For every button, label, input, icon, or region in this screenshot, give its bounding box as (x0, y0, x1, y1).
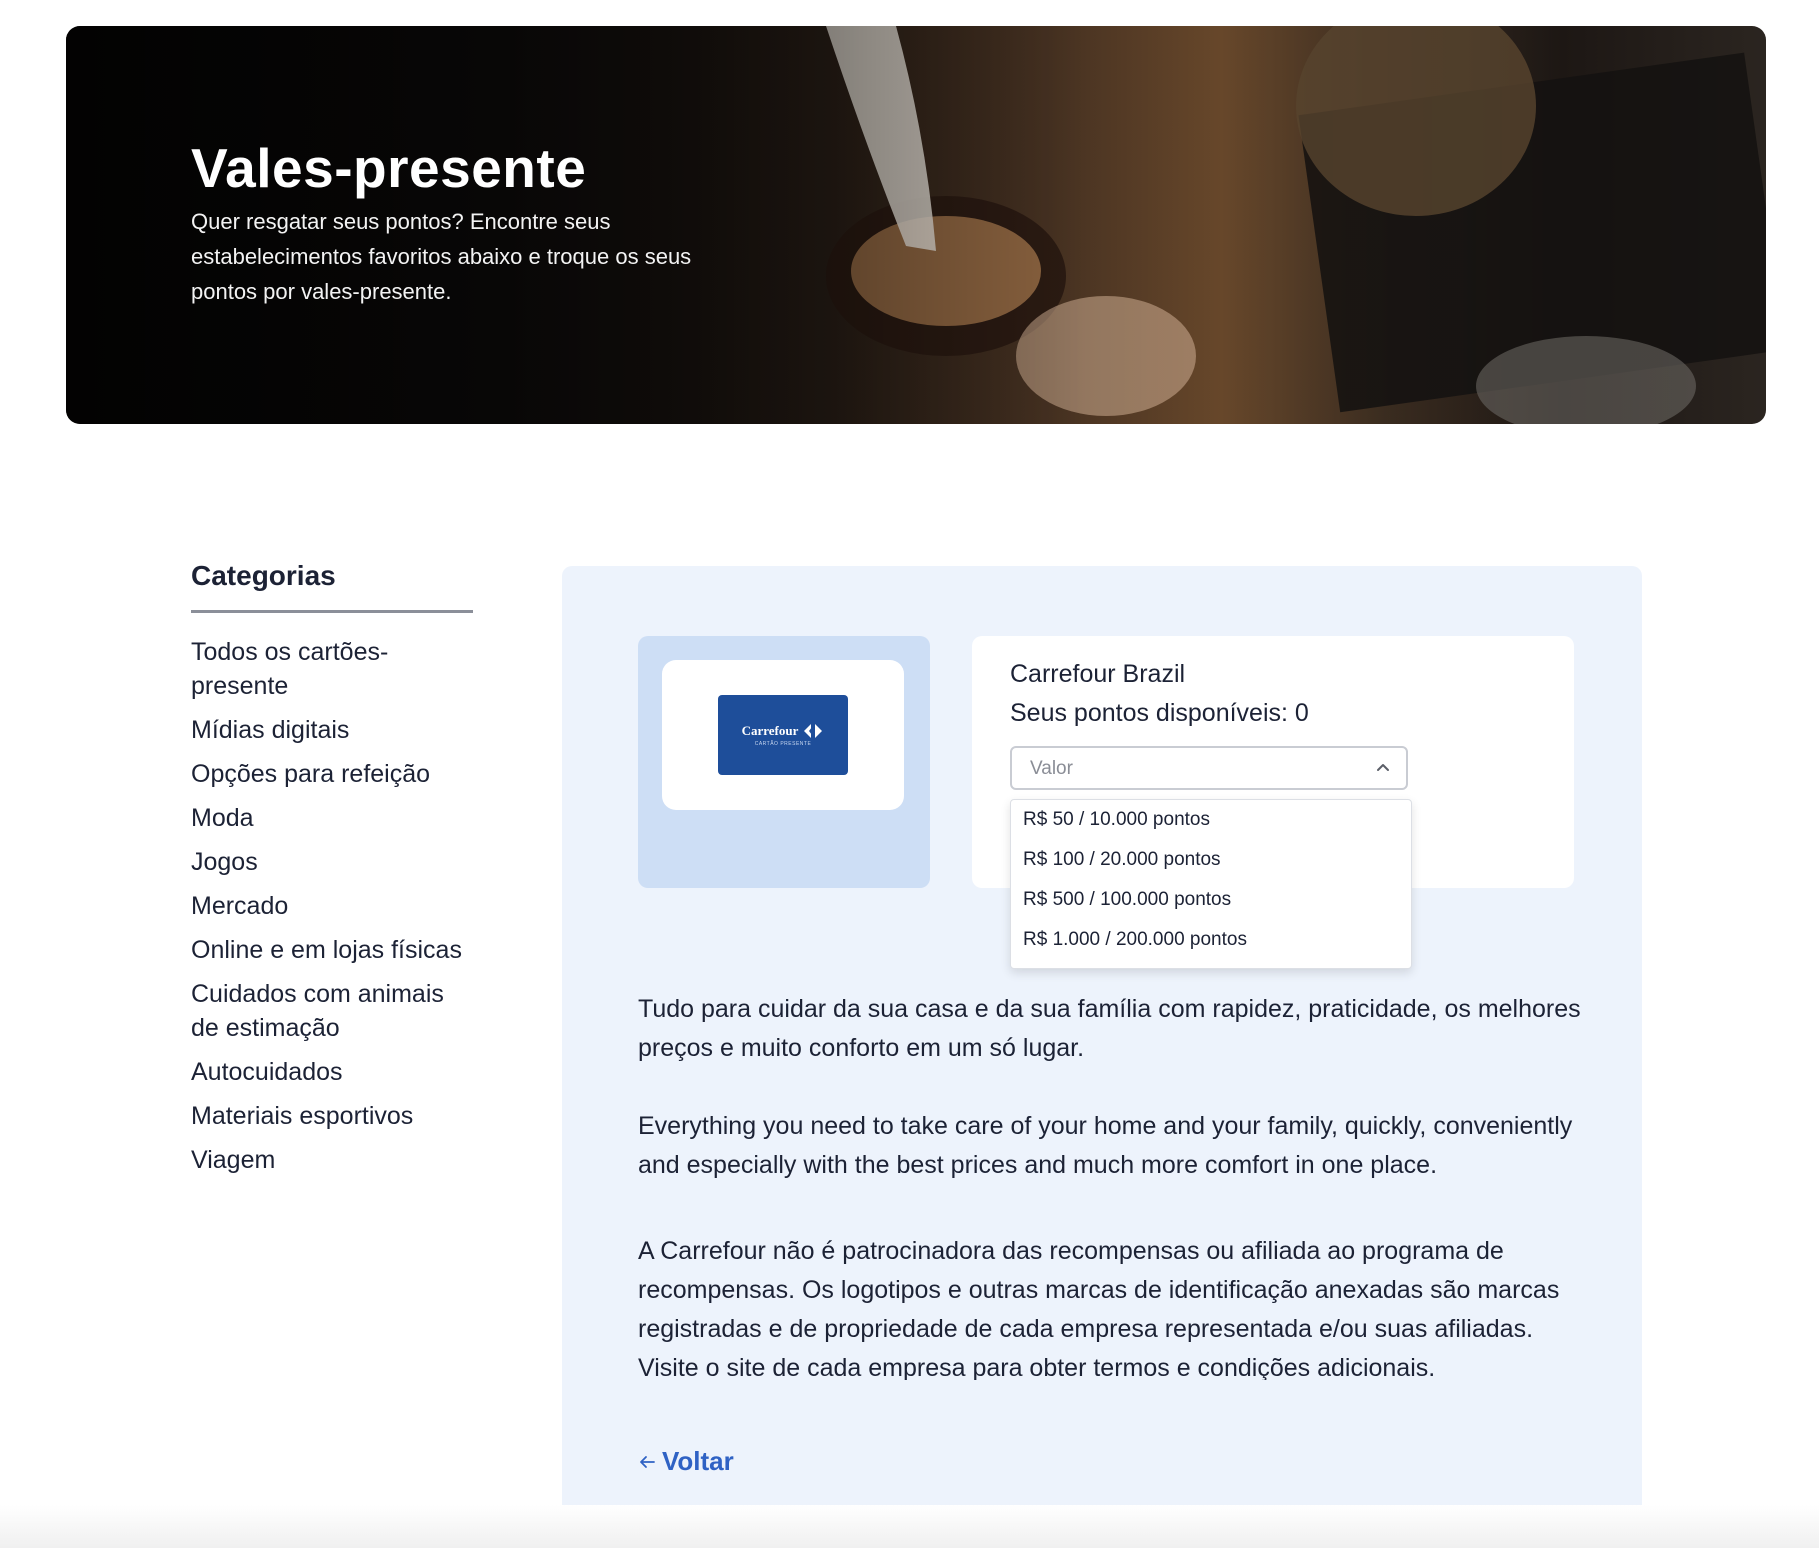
available-points: Seus pontos disponíveis: 0 (1010, 699, 1309, 727)
category-self-care[interactable]: Autocuidados (191, 1055, 473, 1089)
category-games[interactable]: Jogos (191, 845, 473, 879)
value-option-500[interactable]: R$ 500 / 100.000 pontos (1011, 880, 1411, 920)
disclaimer-scroll-area[interactable]: A Carrefour não é patrocinadora das reco… (638, 1232, 1588, 1380)
category-fashion[interactable]: Moda (191, 801, 473, 835)
arrow-left-icon (640, 1455, 655, 1468)
page-title: Vales-presente (191, 137, 587, 199)
value-option-1000[interactable]: R$ 1.000 / 200.000 pontos (1011, 920, 1411, 960)
carrefour-logo-icon (804, 724, 823, 738)
gift-card-image-box: Carrefour CARTÃO PRESENTE (638, 636, 930, 888)
card-logo-subtext: CARTÃO PRESENTE (754, 741, 812, 747)
back-link-label: Voltar (662, 1446, 734, 1476)
value-select-placeholder: Valor (1030, 758, 1073, 779)
gift-card-frame: Carrefour CARTÃO PRESENTE (662, 660, 904, 810)
gift-card-detail-panel: Carrefour CARTÃO PRESENTE Carrefour Braz… (562, 566, 1642, 1526)
category-online-and-stores[interactable]: Online e em lojas físicas (191, 933, 473, 967)
disclaimer-text: A Carrefour não é patrocinadora das reco… (638, 1237, 1560, 1380)
categories-sidebar: Categorias Todos os cartões-presente Míd… (191, 560, 473, 1187)
description-pt: Tudo para cuidar da sua casa e da sua fa… (638, 995, 1581, 1062)
carrefour-gift-card-image: Carrefour CARTÃO PRESENTE (718, 695, 848, 775)
card-logo-text: Carrefour (741, 723, 799, 738)
category-travel[interactable]: Viagem (191, 1143, 473, 1177)
page-bottom-edge (0, 1505, 1819, 1548)
chevron-up-icon (1377, 764, 1389, 771)
value-option-50[interactable]: R$ 50 / 10.000 pontos (1011, 800, 1411, 840)
category-digital-media[interactable]: Mídias digitais (191, 713, 473, 747)
value-option-100[interactable]: R$ 100 / 20.000 pontos (1011, 840, 1411, 880)
value-dropdown-menu: R$ 50 / 10.000 pontos R$ 100 / 20.000 po… (1010, 799, 1412, 969)
brand-name: Carrefour Brazil (1010, 660, 1186, 688)
categories-title: Categorias (191, 560, 473, 613)
page-subtitle: Quer resgatar seus pontos? Encontre seus… (191, 209, 692, 304)
categories-list: Todos os cartões-presente Mídias digitai… (191, 635, 473, 1177)
value-select[interactable]: Valor (1010, 746, 1408, 790)
category-sports[interactable]: Materiais esportivos (191, 1099, 473, 1133)
back-link[interactable]: Voltar (638, 1446, 734, 1477)
category-grocery[interactable]: Mercado (191, 889, 473, 923)
category-all-gift-cards[interactable]: Todos os cartões-presente (191, 635, 473, 703)
category-dining[interactable]: Opções para refeição (191, 757, 473, 791)
description-en: Everything you need to take care of your… (638, 1112, 1573, 1179)
hero-banner: Vales-presente Quer resgatar seus pontos… (66, 26, 1766, 424)
category-pet-care[interactable]: Cuidados com animais de estimação (191, 977, 473, 1045)
